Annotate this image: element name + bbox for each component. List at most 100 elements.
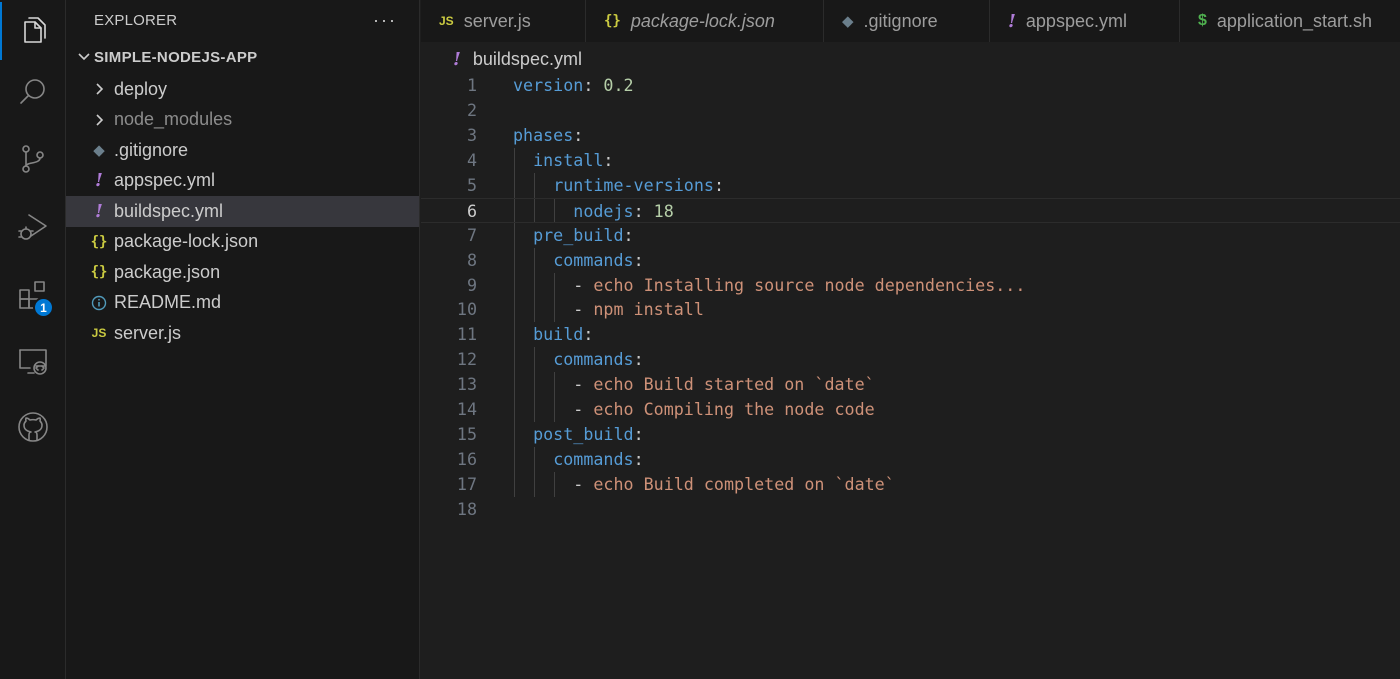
tree-item-package-lock[interactable]: {} package-lock.json (66, 227, 419, 258)
activity-bar: 1 (0, 0, 66, 679)
yaml-punct: - (513, 299, 594, 320)
yaml-punct: : (603, 149, 614, 170)
yaml-string: echo Compiling the node code (593, 399, 875, 420)
tree-item-buildspec[interactable]: ! buildspec.yml (66, 196, 419, 227)
code-line[interactable]: 3 phases: (421, 123, 1400, 148)
code-text: install: (513, 148, 613, 173)
tab-label: appspec.yml (1025, 10, 1127, 31)
github-icon (18, 412, 48, 442)
code-line[interactable]: 1 version: 0.2 (421, 73, 1400, 98)
more-actions-icon[interactable]: ··· (373, 10, 397, 31)
line-number: 15 (456, 424, 477, 445)
line-number: 3 (466, 124, 477, 145)
tab-gitignore[interactable]: ◆ .gitignore (824, 0, 990, 42)
tree-item-deploy[interactable]: deploy (66, 74, 419, 105)
source-control-activity-button[interactable] (0, 128, 66, 190)
code-line[interactable]: 17 - echo Build completed on `date` (421, 472, 1400, 497)
tab-application-start-sh[interactable]: $ application_start.sh (1180, 0, 1400, 42)
yml-icon: ! (95, 200, 103, 222)
code-line[interactable]: 15 post_build: (421, 422, 1400, 448)
yaml-punct (513, 349, 553, 369)
js-icon: JS (91, 326, 107, 341)
code-editor[interactable]: 1 version: 0.2 2 3 phases: 4 install: 5 runtim… (421, 73, 1400, 679)
yaml-key: phases (513, 124, 574, 145)
tab-package-lock-json[interactable]: {} package-lock.json (586, 0, 824, 42)
tab-label: application_start.sh (1216, 10, 1372, 31)
line-number: 13 (456, 374, 477, 395)
code-line[interactable]: 8 commands: (421, 247, 1400, 273)
yaml-punct: : (633, 449, 644, 470)
yaml-punct: - (513, 474, 594, 494)
tree-item-gitignore[interactable]: ◆ .gitignore (66, 135, 419, 166)
breadcrumb-file[interactable]: buildspec.yml (473, 49, 582, 70)
yaml-key: nodejs (573, 200, 634, 221)
yaml-number: 0.2 (603, 75, 634, 95)
yaml-key: post_build (533, 424, 634, 445)
code-line[interactable]: 2 (421, 98, 1400, 123)
code-line[interactable]: 10 - npm install (421, 297, 1400, 323)
github-activity-button[interactable] (0, 396, 66, 458)
tree-item-label: package.json (114, 261, 221, 282)
yaml-punct: - (513, 399, 594, 420)
line-number: 4 (466, 149, 477, 170)
search-activity-button[interactable] (0, 62, 66, 124)
line-number: 11 (456, 324, 477, 345)
code-line[interactable]: 11 build: (421, 322, 1400, 348)
tree-item-node-modules[interactable]: node_modules (66, 105, 419, 136)
line-number: 17 (456, 474, 477, 494)
code-line[interactable]: 16 commands: (421, 447, 1400, 472)
line-number: 5 (466, 174, 477, 195)
vscode-window: 1 EXPLORER ··· SIMPLE-NODEJS-APP deploy … (0, 0, 1400, 679)
run-and-debug-activity-button[interactable] (0, 196, 66, 258)
tab-appspec-yml[interactable]: ! appspec.yml (990, 0, 1180, 42)
code-text: runtime-versions: (513, 173, 724, 198)
tree-item-package[interactable]: {} package.json (66, 257, 419, 288)
yaml-string: echo Installing source node dependencies… (593, 274, 1026, 295)
tree-item-label: appspec.yml (114, 170, 216, 191)
code-line[interactable]: 18 (421, 497, 1400, 522)
breadcrumb: ! buildspec.yml (421, 42, 1400, 76)
yml-icon: ! (453, 48, 461, 70)
extensions-activity-button[interactable]: 1 (0, 264, 66, 326)
yaml-key: runtime-versions (553, 174, 714, 195)
tree-item-appspec[interactable]: ! appspec.yml (66, 166, 419, 197)
remote-explorer-icon (19, 349, 47, 375)
code-text: nodejs: 18 (513, 199, 674, 224)
tree-item-label: server.js (114, 322, 182, 343)
code-text: - npm install (513, 297, 704, 322)
line-number: 10 (456, 299, 477, 320)
code-text: commands: (513, 248, 643, 273)
chevron-down-icon (74, 50, 94, 64)
yaml-string: echo Build completed on `date` (593, 474, 895, 494)
yaml-key: install (533, 149, 604, 170)
code-line[interactable]: 14 - echo Compiling the node code (421, 397, 1400, 423)
code-line[interactable]: 6 nodejs: 18 (421, 197, 1400, 224)
tree-item-readme[interactable]: README.md (66, 288, 419, 319)
tab-label: .gitignore (863, 10, 938, 31)
yaml-punct: : (633, 349, 644, 370)
git-icon: ◆ (93, 142, 105, 160)
code-line[interactable]: 4 install: (421, 147, 1400, 173)
explorer-activity-button[interactable] (0, 0, 66, 62)
code-line[interactable]: 7 pre_build: (421, 222, 1400, 248)
code-line[interactable]: 12 commands: (421, 347, 1400, 373)
line-number: 12 (456, 349, 477, 370)
code-line[interactable]: 5 runtime-versions: (421, 172, 1400, 198)
yaml-key: version (513, 75, 584, 95)
line-number: 18 (456, 498, 477, 519)
yaml-key: pre_build (533, 224, 624, 245)
tree-item-label: deploy (114, 78, 168, 99)
yaml-key: commands (553, 449, 634, 470)
project-folder-header[interactable]: SIMPLE-NODEJS-APP (66, 40, 419, 74)
line-number: 9 (466, 274, 477, 295)
yaml-number: 18 (653, 200, 674, 221)
tab-server-js[interactable]: JS server.js (421, 0, 586, 42)
yaml-punct (513, 449, 553, 469)
code-line[interactable]: 9 - echo Installing source node dependen… (421, 272, 1400, 298)
tree-item-server-js[interactable]: JS server.js (66, 318, 419, 349)
remote-explorer-activity-button[interactable] (0, 330, 66, 392)
code-text: commands: (513, 347, 644, 372)
source-control-icon (22, 145, 44, 173)
sidebar-header: EXPLORER ··· (66, 0, 419, 40)
code-line[interactable]: 13 - echo Build started on `date` (421, 372, 1400, 398)
